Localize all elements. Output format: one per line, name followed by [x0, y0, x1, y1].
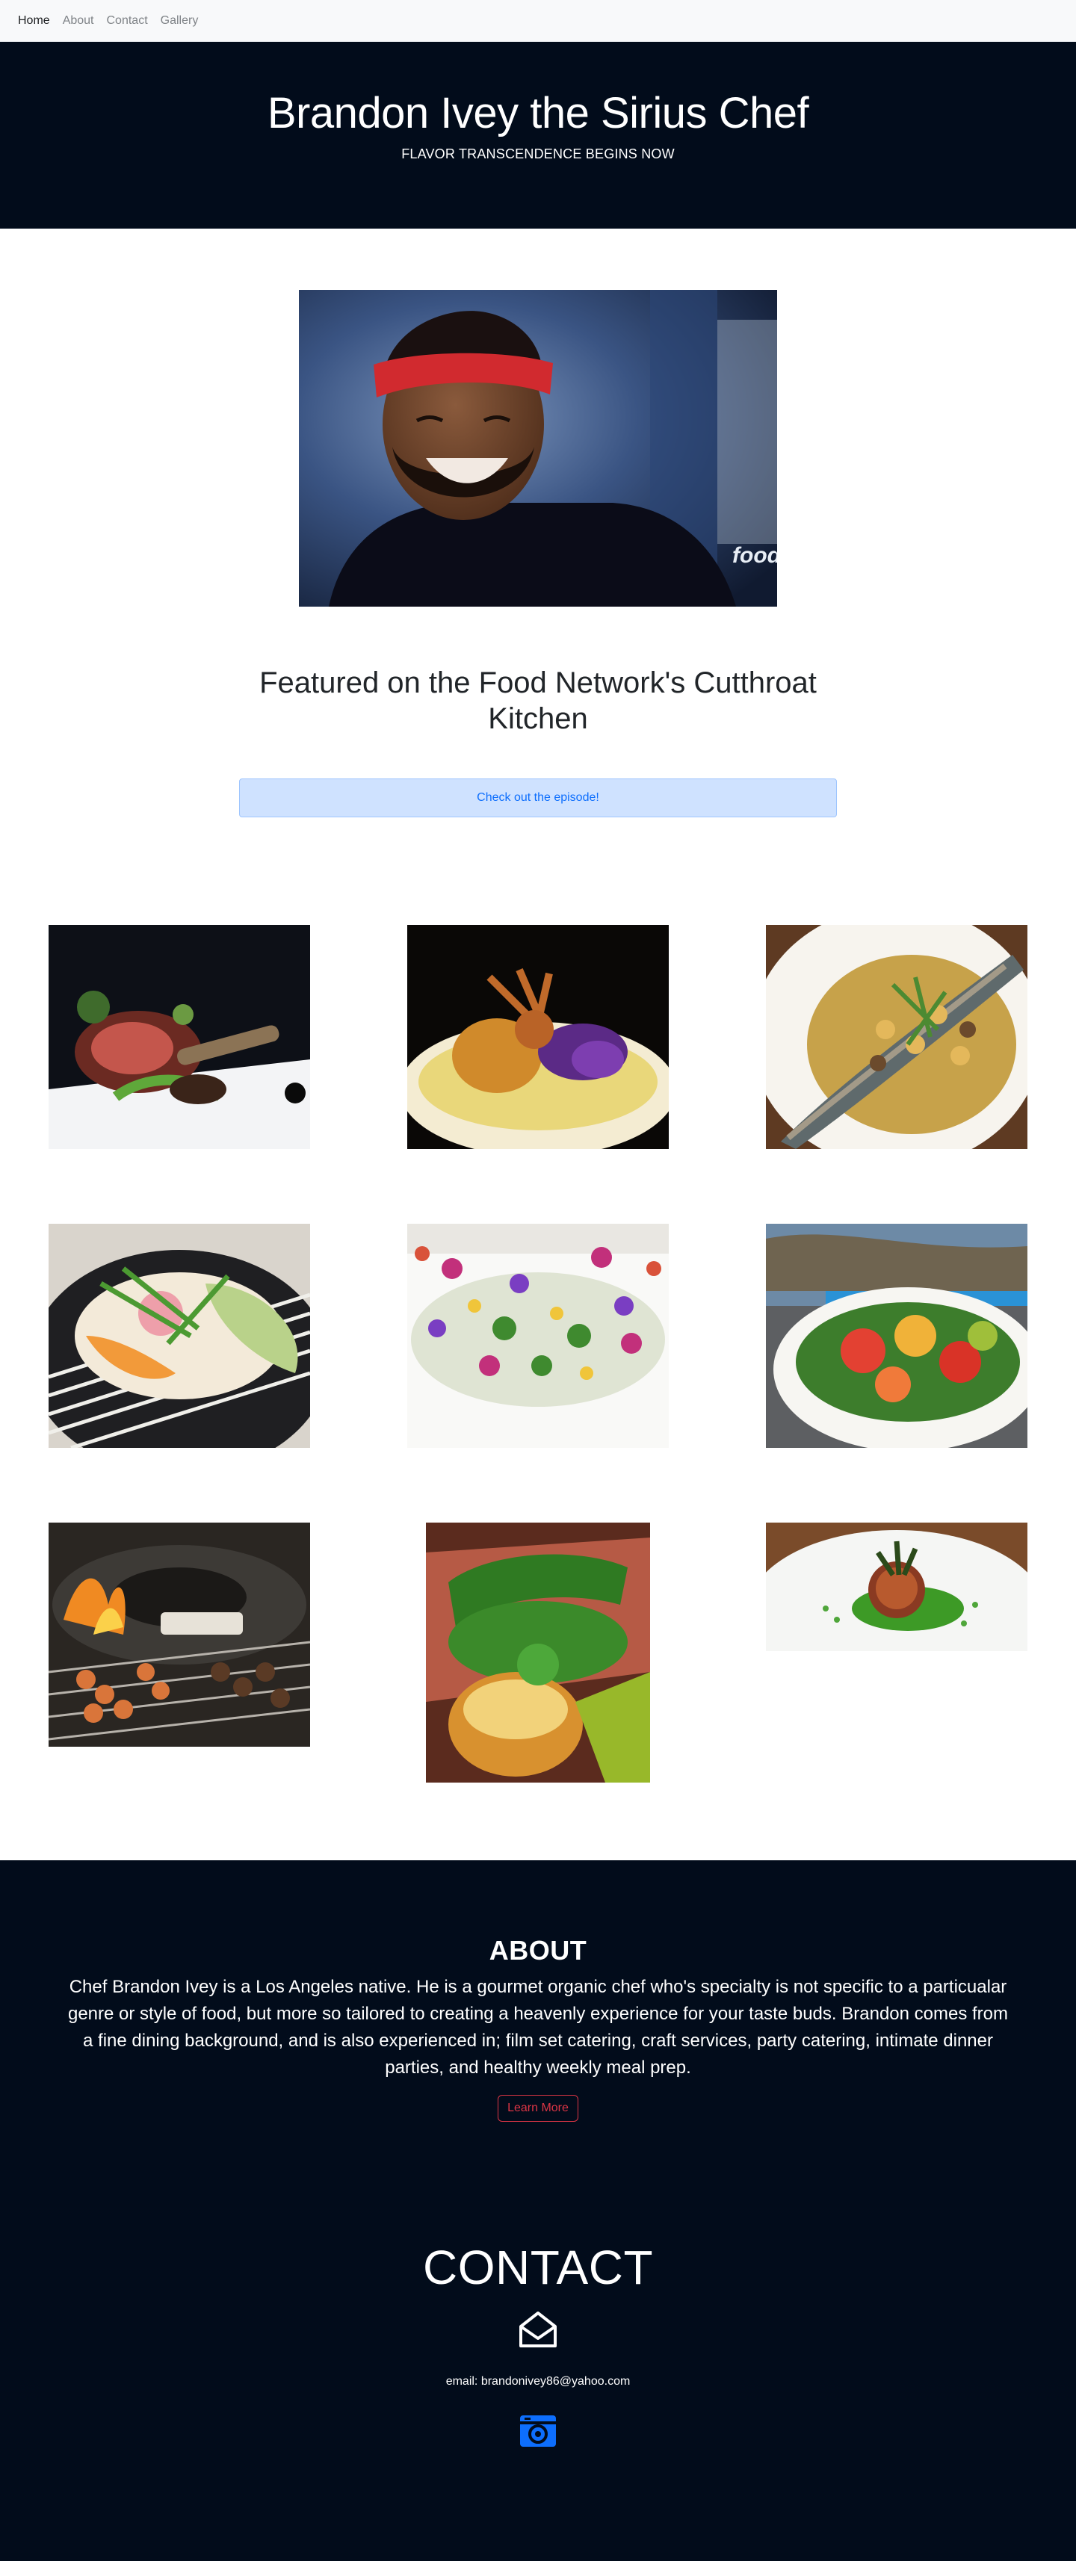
chef-portrait-image: food — [299, 290, 777, 607]
gallery-photo-flower-salad[interactable] — [407, 1224, 669, 1448]
contact-email[interactable]: email: brandonivey86@yahoo.com — [0, 2375, 1076, 2388]
gallery-row — [0, 925, 1076, 1224]
hero-title: Brandon Ivey the Sirius Chef — [267, 89, 809, 137]
nav-contact-link[interactable]: Contact — [107, 14, 148, 28]
gallery-photo-trout-gnocchi[interactable] — [766, 925, 1027, 1149]
about-body: Chef Brandon Ivey is a Los Angeles nativ… — [67, 1977, 1009, 2078]
svg-text:food: food — [732, 543, 777, 568]
contact-section: CONTACT email: brandonivey86@yahoo.com — [0, 2189, 1076, 2561]
gallery-photo-lamb-chop[interactable] — [49, 925, 310, 1149]
about-heading: ABOUT — [489, 1935, 587, 1966]
hero-tagline: FLAVOR TRANSCENDENCE BEGINS NOW — [401, 146, 675, 161]
feature-section: food Featured on the Food Network's Cutt… — [0, 229, 1076, 817]
gallery-photo-crab-cake[interactable] — [766, 1523, 1027, 1651]
learn-more-button[interactable]: Learn More — [498, 2095, 578, 2122]
gallery-photo-risotto-flowers[interactable] — [407, 925, 669, 1149]
gallery-row — [0, 1523, 1076, 1821]
nav-about-link[interactable]: About — [63, 14, 94, 28]
featured-heading: Featured on the Food Network's Cutthroat… — [259, 666, 817, 735]
contact-heading: CONTACT — [422, 2241, 654, 2294]
episode-button[interactable]: Check out the episode! — [239, 778, 837, 817]
nav-gallery-link[interactable]: Gallery — [161, 14, 199, 28]
gallery-photo-tomato-salad-pool[interactable] — [766, 1224, 1027, 1448]
gallery-photo-grill-skewers[interactable] — [49, 1523, 310, 1747]
about-section: ABOUT Chef Brandon Ivey is a Los Angeles… — [0, 1860, 1076, 2189]
envelope-open-icon[interactable] — [517, 2309, 559, 2354]
hero-banner: Brandon Ivey the Sirius Chef FLAVOR TRAN… — [0, 42, 1076, 229]
food-gallery — [0, 925, 1076, 1860]
footer-strip — [0, 2561, 1076, 2576]
gallery-photo-melon-prosciutto[interactable] — [49, 1224, 310, 1448]
navbar: Home About Contact Gallery — [0, 0, 1076, 42]
about-contact-section: ABOUT Chef Brandon Ivey is a Los Angeles… — [0, 1860, 1076, 2561]
gallery-row — [0, 1224, 1076, 1523]
instagram-camera-icon[interactable] — [519, 2414, 557, 2452]
nav-home-link[interactable]: Home — [18, 14, 50, 28]
gallery-photo-scallops[interactable] — [426, 1523, 650, 1783]
